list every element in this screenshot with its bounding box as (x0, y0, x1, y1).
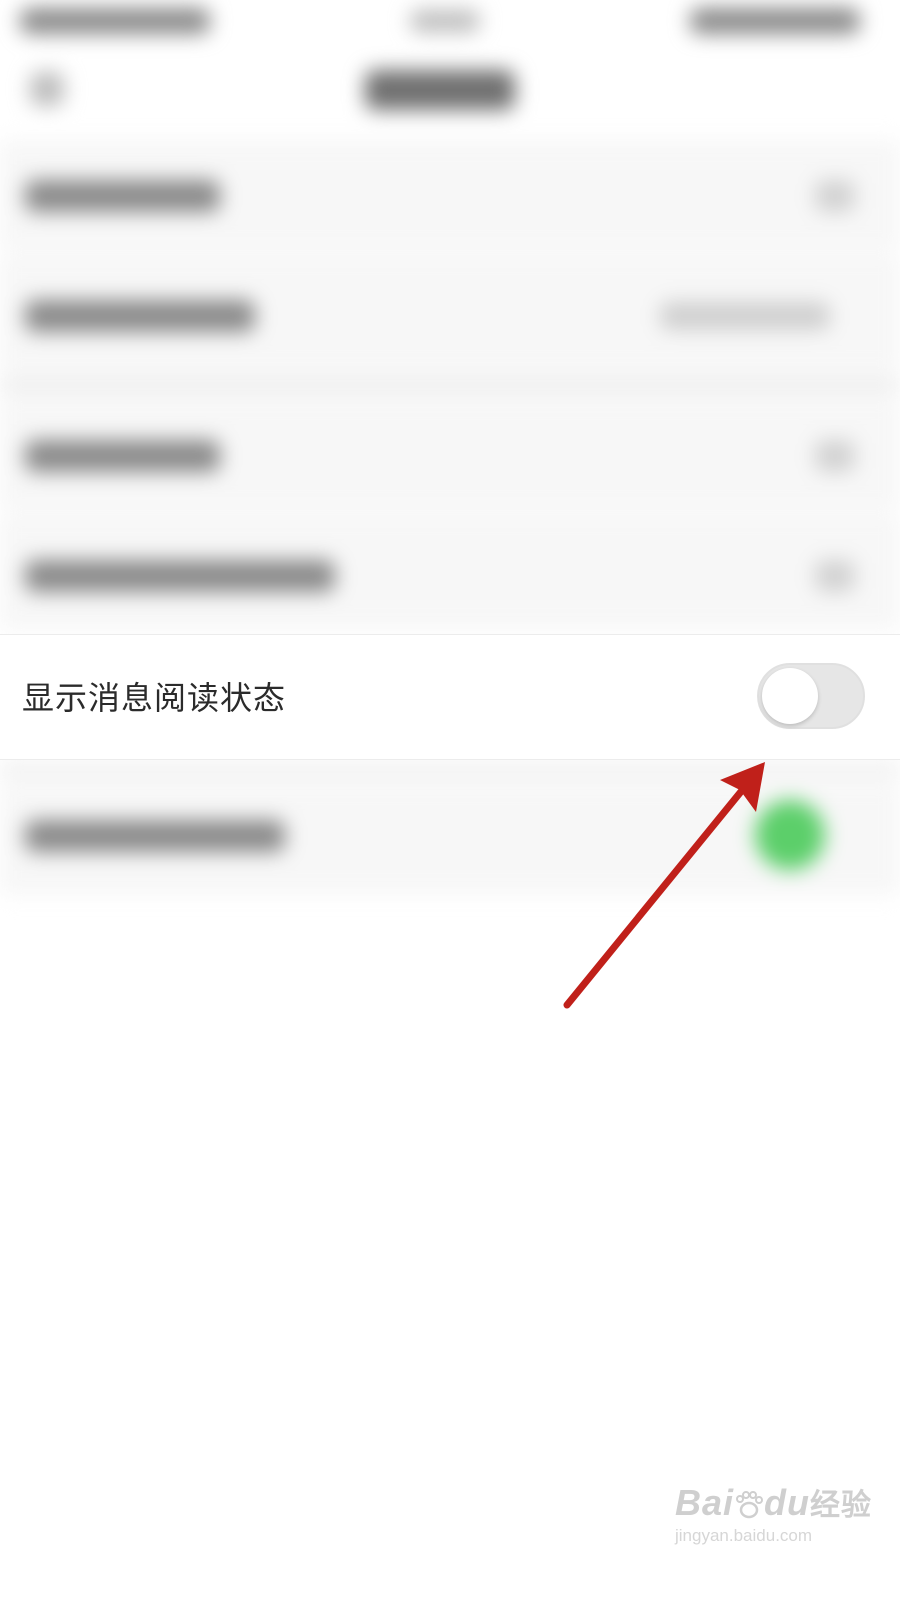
back-icon[interactable] (30, 72, 64, 106)
watermark: Bai du经验 jingyan.baidu.com (675, 1480, 875, 1546)
chevron-right-icon (815, 180, 855, 212)
toggle-knob (762, 668, 818, 724)
setting-row-2-label (25, 300, 255, 332)
blurred-background (0, 0, 900, 1000)
page-title (365, 70, 515, 110)
setting-row-3-label (25, 440, 220, 472)
setting-label: 显示消息阅读状态 (22, 679, 287, 717)
setting-row-2-value (660, 302, 830, 330)
screen: 显示消息阅读状态 Bai du经验 jingyan.baidu.com (0, 0, 900, 1600)
toggle-on-switch[interactable] (755, 800, 825, 870)
status-bar-center (410, 10, 480, 32)
watermark-product: 经验 (810, 1488, 873, 1523)
setting-row-1-label (25, 180, 220, 212)
status-bar-right (690, 8, 860, 34)
watermark-url: jingyan.baidu.com (675, 1526, 813, 1545)
status-bar-left (20, 8, 210, 34)
watermark-brand-du: du (764, 1482, 811, 1523)
setting-row-4-label (25, 560, 335, 592)
paw-icon (736, 1491, 764, 1519)
setting-row-6-label (25, 820, 285, 852)
setting-row-read-status[interactable]: 显示消息阅读状态 (0, 634, 900, 760)
watermark-brand: Bai du经验 (675, 1480, 875, 1524)
section-divider (0, 375, 900, 395)
chevron-right-icon (815, 560, 855, 592)
watermark-brand-bai: Bai (675, 1482, 735, 1523)
read-status-toggle[interactable] (757, 663, 865, 729)
section-divider (0, 760, 900, 780)
chevron-right-icon (815, 440, 855, 472)
